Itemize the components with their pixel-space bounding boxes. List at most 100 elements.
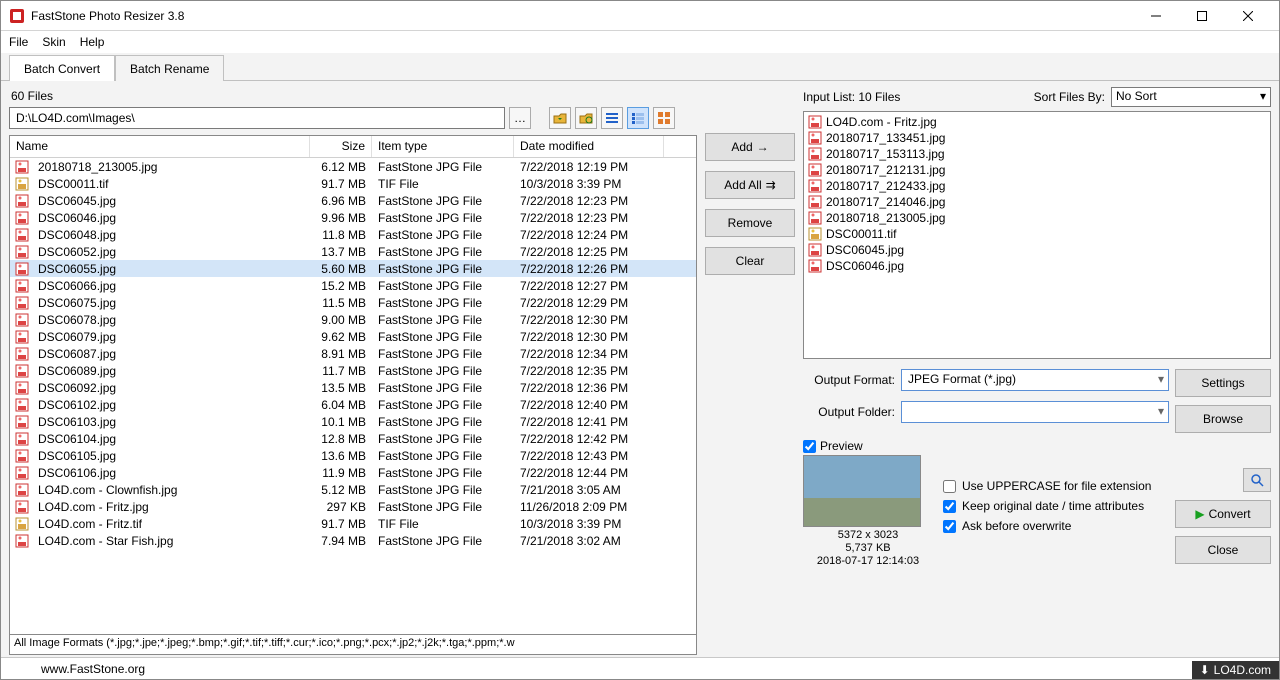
file-row[interactable]: DSC06092.jpg13.5 MBFastStone JPG File7/2… bbox=[10, 379, 696, 396]
browse-button[interactable]: Browse bbox=[1175, 405, 1271, 433]
input-item-name: 20180718_213005.jpg bbox=[826, 211, 945, 225]
file-name: DSC06046.jpg bbox=[32, 211, 310, 225]
input-list-item[interactable]: DSC00011.tif bbox=[806, 226, 1268, 242]
preview-checkbox[interactable]: Preview bbox=[803, 439, 933, 453]
file-date: 10/3/2018 3:39 PM bbox=[514, 177, 664, 191]
view-details-button[interactable] bbox=[627, 107, 649, 129]
file-date: 11/26/2018 2:09 PM bbox=[514, 500, 664, 514]
opt-ask-overwrite[interactable]: Ask before overwrite bbox=[943, 519, 1165, 533]
file-row[interactable]: LO4D.com - Star Fish.jpg7.94 MBFastStone… bbox=[10, 532, 696, 549]
convert-button[interactable]: ▶Convert bbox=[1175, 500, 1271, 528]
minimize-button[interactable] bbox=[1133, 1, 1179, 31]
opt-keep-date[interactable]: Keep original date / time attributes bbox=[943, 499, 1165, 513]
view-thumb-button[interactable] bbox=[653, 107, 675, 129]
file-date: 7/21/2018 3:02 AM bbox=[514, 534, 664, 548]
close-dialog-button[interactable]: Close bbox=[1175, 536, 1271, 564]
input-list-item[interactable]: 20180717_133451.jpg bbox=[806, 130, 1268, 146]
col-date[interactable]: Date modified bbox=[514, 136, 664, 157]
input-list-item[interactable]: 20180718_213005.jpg bbox=[806, 210, 1268, 226]
file-row[interactable]: DSC06046.jpg9.96 MBFastStone JPG File7/2… bbox=[10, 209, 696, 226]
file-name: DSC06104.jpg bbox=[32, 432, 310, 446]
input-list-item[interactable]: DSC06046.jpg bbox=[806, 258, 1268, 274]
input-list-item[interactable]: 20180717_153113.jpg bbox=[806, 146, 1268, 162]
file-row[interactable]: DSC06103.jpg10.1 MBFastStone JPG File7/2… bbox=[10, 413, 696, 430]
file-name: DSC06103.jpg bbox=[32, 415, 310, 429]
input-list-item[interactable]: LO4D.com - Fritz.jpg bbox=[806, 114, 1268, 130]
file-size: 13.5 MB bbox=[310, 381, 372, 395]
tab-batch-convert[interactable]: Batch Convert bbox=[9, 55, 115, 81]
opt-uppercase[interactable]: Use UPPERCASE for file extension bbox=[943, 479, 1165, 493]
output-format-select[interactable]: JPEG Format (*.jpg) bbox=[901, 369, 1169, 391]
file-row[interactable]: 20180718_213005.jpg6.12 MBFastStone JPG … bbox=[10, 158, 696, 175]
app-icon bbox=[9, 8, 25, 24]
file-icon bbox=[14, 193, 30, 209]
file-icon bbox=[14, 329, 30, 345]
file-size: 6.96 MB bbox=[310, 194, 372, 208]
sort-select[interactable]: No Sort ▾ bbox=[1111, 87, 1271, 107]
file-row[interactable]: LO4D.com - Fritz.jpg297 KBFastStone JPG … bbox=[10, 498, 696, 515]
file-row[interactable]: DSC06055.jpg5.60 MBFastStone JPG File7/2… bbox=[10, 260, 696, 277]
menu-file[interactable]: File bbox=[9, 35, 28, 49]
file-type: FastStone JPG File bbox=[372, 415, 514, 429]
file-row[interactable]: DSC06105.jpg13.6 MBFastStone JPG File7/2… bbox=[10, 447, 696, 464]
file-row[interactable]: DSC06048.jpg11.8 MBFastStone JPG File7/2… bbox=[10, 226, 696, 243]
file-type: FastStone JPG File bbox=[372, 262, 514, 276]
file-icon bbox=[14, 278, 30, 294]
path-ellipsis-button[interactable]: … bbox=[509, 107, 531, 129]
format-filter-bar[interactable]: All Image Formats (*.jpg;*.jpe;*.jpeg;*.… bbox=[9, 635, 697, 655]
file-row[interactable]: LO4D.com - Clownfish.jpg5.12 MBFastStone… bbox=[10, 481, 696, 498]
file-row[interactable]: LO4D.com - Fritz.tif91.7 MBTIF File10/3/… bbox=[10, 515, 696, 532]
col-name[interactable]: Name bbox=[10, 136, 310, 157]
file-row[interactable]: DSC06052.jpg13.7 MBFastStone JPG File7/2… bbox=[10, 243, 696, 260]
input-list-item[interactable]: 20180717_212433.jpg bbox=[806, 178, 1268, 194]
folder-up-button[interactable] bbox=[549, 107, 571, 129]
file-size: 5.12 MB bbox=[310, 483, 372, 497]
clear-button[interactable]: Clear bbox=[705, 247, 795, 275]
close-button[interactable] bbox=[1225, 1, 1271, 31]
file-name: DSC06105.jpg bbox=[32, 449, 310, 463]
settings-button[interactable]: Settings bbox=[1175, 369, 1271, 397]
remove-button[interactable]: Remove bbox=[705, 209, 795, 237]
file-row[interactable]: DSC06102.jpg6.04 MBFastStone JPG File7/2… bbox=[10, 396, 696, 413]
zoom-preview-button[interactable] bbox=[1243, 468, 1271, 492]
file-size: 15.2 MB bbox=[310, 279, 372, 293]
tab-batch-rename[interactable]: Batch Rename bbox=[115, 55, 224, 81]
file-row[interactable]: DSC06075.jpg11.5 MBFastStone JPG File7/2… bbox=[10, 294, 696, 311]
file-date: 7/22/2018 12:36 PM bbox=[514, 381, 664, 395]
col-type[interactable]: Item type bbox=[372, 136, 514, 157]
menu-help[interactable]: Help bbox=[80, 35, 105, 49]
input-list-item[interactable]: 20180717_214046.jpg bbox=[806, 194, 1268, 210]
file-name: DSC06055.jpg bbox=[32, 262, 310, 276]
file-row[interactable]: DSC06087.jpg8.91 MBFastStone JPG File7/2… bbox=[10, 345, 696, 362]
add-button[interactable]: Add→ bbox=[705, 133, 795, 161]
status-url[interactable]: www.FastStone.org bbox=[41, 662, 145, 676]
file-row[interactable]: DSC00011.tif91.7 MBTIF File10/3/2018 3:3… bbox=[10, 175, 696, 192]
file-name: DSC06092.jpg bbox=[32, 381, 310, 395]
file-size: 5.60 MB bbox=[310, 262, 372, 276]
file-row[interactable]: DSC06104.jpg12.8 MBFastStone JPG File7/2… bbox=[10, 430, 696, 447]
file-row[interactable]: DSC06045.jpg6.96 MBFastStone JPG File7/2… bbox=[10, 192, 696, 209]
path-input[interactable] bbox=[9, 107, 505, 129]
output-folder-select[interactable] bbox=[901, 401, 1169, 423]
folder-refresh-button[interactable] bbox=[575, 107, 597, 129]
add-all-button[interactable]: Add All⇉ bbox=[705, 171, 795, 199]
titlebar: FastStone Photo Resizer 3.8 bbox=[1, 1, 1279, 31]
file-row[interactable]: DSC06078.jpg9.00 MBFastStone JPG File7/2… bbox=[10, 311, 696, 328]
file-type: FastStone JPG File bbox=[372, 381, 514, 395]
input-list[interactable]: LO4D.com - Fritz.jpg20180717_133451.jpg2… bbox=[803, 111, 1271, 359]
file-type: FastStone JPG File bbox=[372, 211, 514, 225]
maximize-button[interactable] bbox=[1179, 1, 1225, 31]
file-row[interactable]: DSC06066.jpg15.2 MBFastStone JPG File7/2… bbox=[10, 277, 696, 294]
file-row[interactable]: DSC06089.jpg11.7 MBFastStone JPG File7/2… bbox=[10, 362, 696, 379]
file-row[interactable]: DSC06106.jpg11.9 MBFastStone JPG File7/2… bbox=[10, 464, 696, 481]
file-icon bbox=[14, 346, 30, 362]
file-icon bbox=[808, 227, 822, 241]
input-list-item[interactable]: DSC06045.jpg bbox=[806, 242, 1268, 258]
file-row[interactable]: DSC06079.jpg9.62 MBFastStone JPG File7/2… bbox=[10, 328, 696, 345]
col-size[interactable]: Size bbox=[310, 136, 372, 157]
input-list-item[interactable]: 20180717_212131.jpg bbox=[806, 162, 1268, 178]
tabstrip: Batch Convert Batch Rename bbox=[1, 53, 1279, 81]
menu-skin[interactable]: Skin bbox=[42, 35, 65, 49]
view-list-button[interactable] bbox=[601, 107, 623, 129]
file-date: 7/22/2018 12:23 PM bbox=[514, 211, 664, 225]
